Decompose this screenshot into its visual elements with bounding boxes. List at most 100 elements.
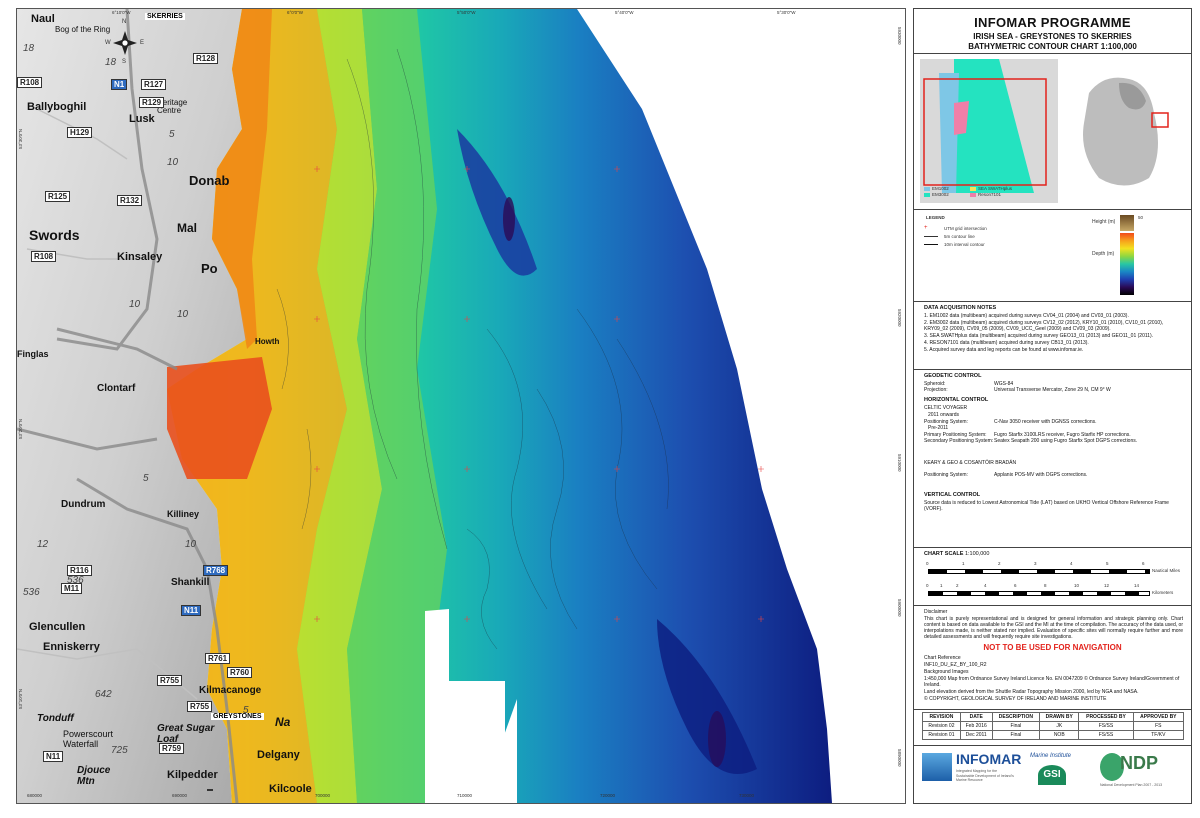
rev-header: PROCESSED BY (1078, 712, 1134, 722)
scale-tick: 4 (1070, 561, 1073, 566)
road-label: N1 (111, 79, 128, 90)
spot-height: 10 (167, 157, 179, 168)
rev-cell: FS/SS (1078, 730, 1134, 740)
scale-tick: 8 (1044, 583, 1047, 588)
place-label: Na (275, 715, 291, 729)
place-label: Killiney (167, 509, 200, 519)
rev-header: APPROVED BY (1132, 712, 1185, 722)
navigation-warning: NOT TO BE USED FOR NAVIGATION (983, 643, 1122, 652)
scale-tick: 1 (962, 561, 965, 566)
acquisition-note: 1. EM1002 data (multibeam) acquired duri… (924, 313, 1129, 319)
axis-right-label: 5910000 (897, 454, 902, 472)
axis-left-label: 53°20'0"N (18, 419, 23, 440)
locator-maps: EM1002 SEA SWATHplus EM3002 Reson7101 (914, 53, 1191, 210)
spot-height: 536 (23, 587, 40, 598)
axis-right-label: 5900000 (897, 599, 902, 617)
axis-bottom-label: 730000 (739, 793, 755, 798)
axis-top-label: 6°0'0"W (287, 10, 304, 15)
nautical-scale-bar (928, 569, 1150, 574)
secondary-key: Secondary Positioning System: (924, 438, 994, 444)
km-scale-bar (928, 591, 1150, 596)
spot-height: 536 (67, 575, 84, 586)
axis-top-label: 5°40'0"W (615, 10, 634, 15)
road-label: R760 (227, 667, 253, 678)
place-label: Glencullen (29, 621, 86, 633)
table-row: Revision 01 Dec 2011 Final NOB FS/SS TF/… (922, 730, 1185, 740)
axis-bottom-label: 720000 (600, 793, 616, 798)
logo-strip: INFOMAR Integrated Mapping for the Susta… (914, 745, 1191, 803)
compass-s-label: S (122, 59, 127, 65)
scale-tick: 6 (1142, 561, 1145, 566)
place-label: Kinsaley (117, 251, 163, 263)
chart-frame: N E S W 6°10'0"W 6°0'0"W 5°50'0"W 5°40'0… (0, 0, 1200, 818)
data-acquisition-notes: DATA ACQUISITION NOTES 1. EM1002 data (m… (914, 301, 1191, 370)
chart-type: BATHYMETRIC CONTOUR CHART 1:100,000 (968, 42, 1137, 51)
rev-cell: FS/SS (1078, 721, 1134, 731)
copyright: © COPYRIGHT, GEOLOGICAL SURVEY OF IRELAN… (924, 696, 1107, 702)
axis-top-label: 5°30'0"W (777, 10, 796, 15)
place-label: Ballyboghil (27, 101, 87, 113)
acquisition-note: 4. RESON7101 data (multibeam) acquired d… (924, 340, 1089, 346)
axis-bottom-label: 680000 (27, 793, 43, 798)
disclaimer-text: This chart is purely representational an… (924, 616, 1183, 640)
road-label: R129 (139, 97, 165, 108)
bathymetric-map[interactable]: N E S W 6°10'0"W 6°0'0"W 5°50'0"W 5°40'0… (16, 8, 906, 804)
place-label: Donab (189, 173, 230, 188)
scale-tick: 0 (926, 583, 929, 588)
map-canvas (17, 9, 905, 803)
axis-left-label: 53°10'0"N (18, 689, 23, 710)
place-label: Shankill (171, 577, 210, 588)
depth-label: Depth (m) (1092, 251, 1115, 257)
legend: LEGEND + UTM grid intersection 5m contou… (914, 209, 1191, 302)
contour-5m-symbol (924, 236, 938, 237)
spot-height: 10 (177, 309, 189, 320)
chart-scale: CHART SCALE 1:100,000 0 1 2 3 4 5 6 Naut… (914, 547, 1191, 606)
town-skerries: SKERRIES (145, 13, 185, 20)
chart-reference-label: Chart Reference (924, 655, 961, 661)
road-label: R108 (31, 251, 57, 262)
spot-height: 725 (111, 745, 128, 756)
place-label: Mal (177, 221, 198, 235)
place-label: Howth (255, 337, 280, 346)
positioning-key-2: Positioning System: (924, 472, 968, 478)
geodetic-control: GEODETIC CONTROL Spheroid: WGS-84 Project… (914, 369, 1191, 548)
place-label: Tonduff (37, 713, 74, 724)
scale-value: 1:100,000 (964, 551, 990, 557)
depth-ramp (1120, 233, 1134, 295)
scale-title: CHART SCALE (924, 551, 964, 557)
place-label: Lusk (129, 113, 155, 125)
acquisition-title: DATA ACQUISITION NOTES (924, 305, 997, 311)
place-label: Naul (31, 13, 55, 25)
gsi-logo: GSI (1038, 765, 1066, 785)
place-label: Kilcoole (269, 783, 312, 795)
table-row: Revision 02 Feb 2016 Final JK FS/SS FS (922, 721, 1185, 731)
compass-w-label: W (105, 40, 111, 46)
scale-tick: 2 (998, 561, 1001, 566)
locator-legend-item: EM1002 (932, 186, 949, 191)
vertical-text: Source data is reduced to Lowest Astrono… (924, 500, 1169, 512)
positioning-value-2: Applanix POS-MV with DGPS corrections. (994, 472, 1088, 478)
height-top-value: 50 (1138, 215, 1144, 220)
height-label: Height (m) (1092, 219, 1116, 225)
vessel-name: CELTIC VOYAGER (924, 405, 968, 411)
road-label: R128 (193, 53, 219, 64)
place-label: Po (201, 261, 218, 276)
rev-cell: Final (991, 721, 1041, 731)
scale-tick: 2 (956, 583, 959, 588)
acquisition-note: 3. SEA SWATHplus data (multibeam) acquir… (924, 333, 1154, 339)
axis-right-label: 5930000 (897, 27, 902, 45)
locator-svg (920, 59, 1185, 203)
place-label: Bog of the Ring (55, 25, 111, 34)
ndp-subtitle: National Development Plan 2007 - 2013 (1100, 783, 1163, 787)
rev-header: DATE (959, 712, 993, 722)
scale-unit: Kilometers (1152, 590, 1174, 595)
chart-subtitle: IRISH SEA - GREYSTONES TO SKERRIES (973, 32, 1132, 41)
spot-height: 5 (143, 473, 149, 484)
vertical-title: VERTICAL CONTROL (924, 492, 981, 498)
road-label (207, 789, 213, 791)
place-label: Great Sugar Loaf (157, 723, 215, 745)
projection-value: Universal Transverse Mercator, Zone 29 N… (994, 387, 1111, 393)
locator-legend-item: Reson7101 (978, 192, 1002, 197)
rev-cell: Feb 2016 (959, 721, 993, 731)
place-label: Kilmacanoge (199, 685, 262, 696)
